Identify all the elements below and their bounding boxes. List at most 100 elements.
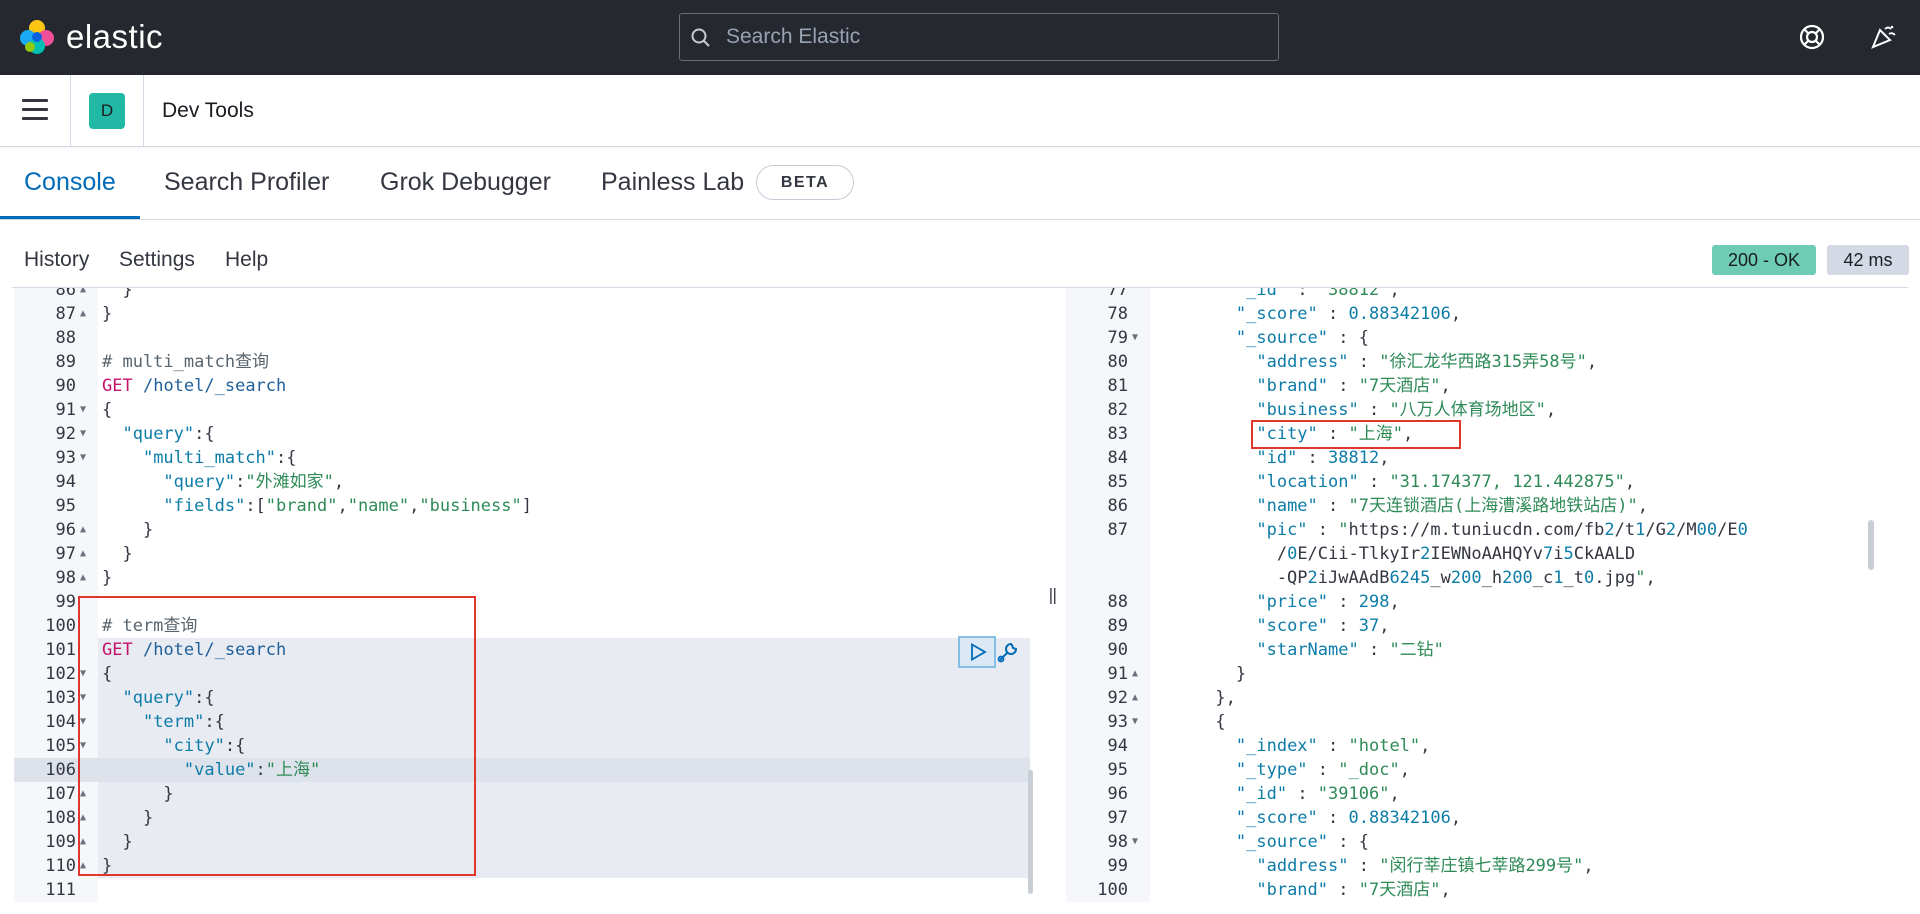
fold-toggle-icon[interactable]: ▲ bbox=[80, 542, 86, 566]
brand-name[interactable]: elastic bbox=[66, 18, 163, 56]
menu-icon-bar bbox=[22, 108, 48, 111]
fold-toggle-icon[interactable]: ▲ bbox=[80, 288, 86, 302]
global-header: elastic bbox=[0, 0, 1920, 75]
code-line[interactable]: 93 ▼ { bbox=[1066, 710, 1908, 734]
history-button[interactable]: History bbox=[24, 248, 89, 272]
code-line[interactable]: 97 ▲ } bbox=[14, 542, 1042, 566]
code-line[interactable]: 95 "fields":["brand","name","business"] bbox=[14, 494, 1042, 518]
code-line[interactable]: 92 ▼ "query":{ bbox=[14, 422, 1042, 446]
code-line[interactable]: 90 GET /hotel/_search bbox=[14, 374, 1042, 398]
help-icon[interactable] bbox=[1796, 21, 1828, 53]
code-line[interactable]: 100 "brand" : "7天酒店", bbox=[1066, 878, 1908, 902]
request-scrollbar[interactable] bbox=[1028, 770, 1033, 894]
code-line[interactable]: 96 ▲ } bbox=[14, 518, 1042, 542]
code-line[interactable]: 84 "id" : 38812, bbox=[1066, 446, 1908, 470]
fold-toggle-icon[interactable]: ▲ bbox=[1132, 662, 1138, 686]
line-number: 88 bbox=[55, 328, 76, 348]
line-number: 79 bbox=[1107, 328, 1128, 348]
space-avatar[interactable]: D bbox=[89, 93, 125, 129]
code-line[interactable]: 90 "starName" : "二钻" bbox=[1066, 638, 1908, 662]
code-line[interactable]: 81 "brand" : "7天酒店", bbox=[1066, 374, 1908, 398]
fold-toggle-icon[interactable]: ▼ bbox=[1132, 710, 1138, 734]
global-search[interactable] bbox=[679, 13, 1279, 61]
line-number: 91 bbox=[1107, 664, 1128, 684]
code-line[interactable]: 87 ▲} bbox=[14, 302, 1042, 326]
fold-toggle-icon[interactable]: ▼ bbox=[80, 422, 86, 446]
fold-toggle-icon[interactable]: ▼ bbox=[80, 446, 86, 470]
beta-badge: BETA bbox=[756, 165, 854, 200]
line-number: 97 bbox=[1107, 808, 1128, 828]
code-line[interactable]: 89 # multi_match查询 bbox=[14, 350, 1042, 374]
line-number: 83 bbox=[1107, 424, 1128, 444]
code-text: { bbox=[1154, 712, 1226, 732]
breadcrumb: Dev Tools bbox=[162, 99, 254, 122]
wrench-icon[interactable] bbox=[994, 638, 1022, 666]
tab-grok-debugger[interactable]: Grok Debugger bbox=[380, 168, 551, 197]
code-text: "name" : "7天连锁酒店(上海漕溪路地铁站店)", bbox=[1256, 496, 1648, 516]
line-number: 94 bbox=[55, 472, 76, 492]
search-input[interactable] bbox=[726, 22, 1266, 52]
code-line[interactable]: 111 bbox=[14, 878, 1042, 902]
code-line[interactable]: 92 ▲ }, bbox=[1066, 686, 1908, 710]
code-line[interactable]: 99 "address" : "闵行莘庄镇七莘路299号", bbox=[1066, 854, 1908, 878]
code-line[interactable]: 83 "city" : "上海", bbox=[1066, 422, 1908, 446]
code-line[interactable]: 85 "location" : "31.174377, 121.442875", bbox=[1066, 470, 1908, 494]
code-line[interactable]: 98 ▲} bbox=[14, 566, 1042, 590]
code-line[interactable]: 95 "_type" : "_doc", bbox=[1066, 758, 1908, 782]
code-line[interactable]: 82 "business" : "八万人体育场地区", bbox=[1066, 398, 1908, 422]
code-text: "brand" : "7天酒店", bbox=[1256, 376, 1451, 396]
settings-button[interactable]: Settings bbox=[119, 248, 195, 272]
search-icon bbox=[691, 28, 710, 47]
code-line[interactable]: 91 ▼ { bbox=[14, 398, 1042, 422]
tab-console[interactable]: Console bbox=[24, 168, 116, 197]
code-line[interactable]: 96 "_id" : "39106", bbox=[1066, 782, 1908, 806]
help-button[interactable]: Help bbox=[225, 248, 268, 272]
code-text: "query":{ bbox=[122, 424, 215, 444]
newsfeed-icon[interactable] bbox=[1867, 21, 1899, 53]
fold-toggle-icon[interactable]: ▲ bbox=[1132, 686, 1138, 710]
fold-toggle-icon[interactable]: ▲ bbox=[80, 302, 86, 326]
line-number: 109 bbox=[45, 832, 76, 852]
code-line[interactable]: 87 "pic" : "https://m.tuniucdn.com/fb2/t… bbox=[1066, 518, 1908, 542]
line-number: 84 bbox=[1107, 448, 1128, 468]
code-line[interactable]: 78 "_score" : 0.88342106, bbox=[1066, 302, 1908, 326]
fold-toggle-icon[interactable]: ▼ bbox=[80, 398, 86, 422]
code-line[interactable]: 89 "score" : 37, bbox=[1066, 614, 1908, 638]
code-line[interactable]: /0E/Cii-TlkyIr2IEWNoAAHQYv7i5CkAALD bbox=[1066, 542, 1908, 566]
code-text: "starName" : "二钻" bbox=[1256, 640, 1444, 660]
code-text: "address" : "闵行莘庄镇七莘路299号", bbox=[1256, 856, 1594, 876]
code-line[interactable]: 98 ▼ "_source" : { bbox=[1066, 830, 1908, 854]
code-line[interactable]: 80 "address" : "徐汇龙华西路315弄58号", bbox=[1066, 350, 1908, 374]
code-line[interactable]: 93 ▼ "multi_match":{ bbox=[14, 446, 1042, 470]
code-line[interactable]: 88 "price" : 298, bbox=[1066, 590, 1908, 614]
code-line[interactable]: 79 ▼ "_source" : { bbox=[1066, 326, 1908, 350]
code-text: } bbox=[102, 520, 154, 540]
tab-search-profiler[interactable]: Search Profiler bbox=[164, 168, 329, 197]
elastic-logo-icon[interactable] bbox=[18, 18, 56, 56]
fold-toggle-icon[interactable]: ▼ bbox=[1132, 830, 1138, 854]
fold-toggle-icon[interactable]: ▲ bbox=[80, 518, 86, 542]
code-line[interactable]: -QP2iJwAAdB6245_w200_h200_c1_t0.jpg", bbox=[1066, 566, 1908, 590]
line-number: 85 bbox=[1107, 472, 1128, 492]
line-number: 92 bbox=[55, 424, 76, 444]
code-line[interactable]: 94 "_index" : "hotel", bbox=[1066, 734, 1908, 758]
line-number: 86 bbox=[55, 288, 76, 300]
line-number: 89 bbox=[1107, 616, 1128, 636]
code-text: } bbox=[102, 544, 133, 564]
tab-painless-lab[interactable]: Painless Lab bbox=[601, 168, 744, 197]
pane-resizer-handle[interactable]: ‖ bbox=[1048, 585, 1058, 607]
send-request-button[interactable] bbox=[958, 636, 996, 668]
code-line[interactable]: 88 bbox=[14, 326, 1042, 350]
menu-toggle-button[interactable] bbox=[22, 99, 48, 121]
code-line[interactable]: 77 "_id" : "38812", bbox=[1066, 288, 1908, 302]
fold-toggle-icon[interactable]: ▲ bbox=[80, 566, 86, 590]
fold-toggle-icon[interactable]: ▼ bbox=[1132, 326, 1138, 350]
response-editor[interactable]: 77 "_id" : "38812", 78 "_score" : 0.88342… bbox=[1066, 288, 1908, 902]
code-line[interactable]: 94 "query":"外滩如家", bbox=[14, 470, 1042, 494]
response-scrollbar[interactable] bbox=[1868, 520, 1874, 570]
code-line[interactable]: 86 "name" : "7天连锁酒店(上海漕溪路地铁站店)", bbox=[1066, 494, 1908, 518]
code-line[interactable]: 86 ▲ } bbox=[14, 288, 1042, 302]
code-line[interactable]: 97 "_score" : 0.88342106, bbox=[1066, 806, 1908, 830]
line-number: 81 bbox=[1107, 376, 1128, 396]
code-line[interactable]: 91 ▲ } bbox=[1066, 662, 1908, 686]
